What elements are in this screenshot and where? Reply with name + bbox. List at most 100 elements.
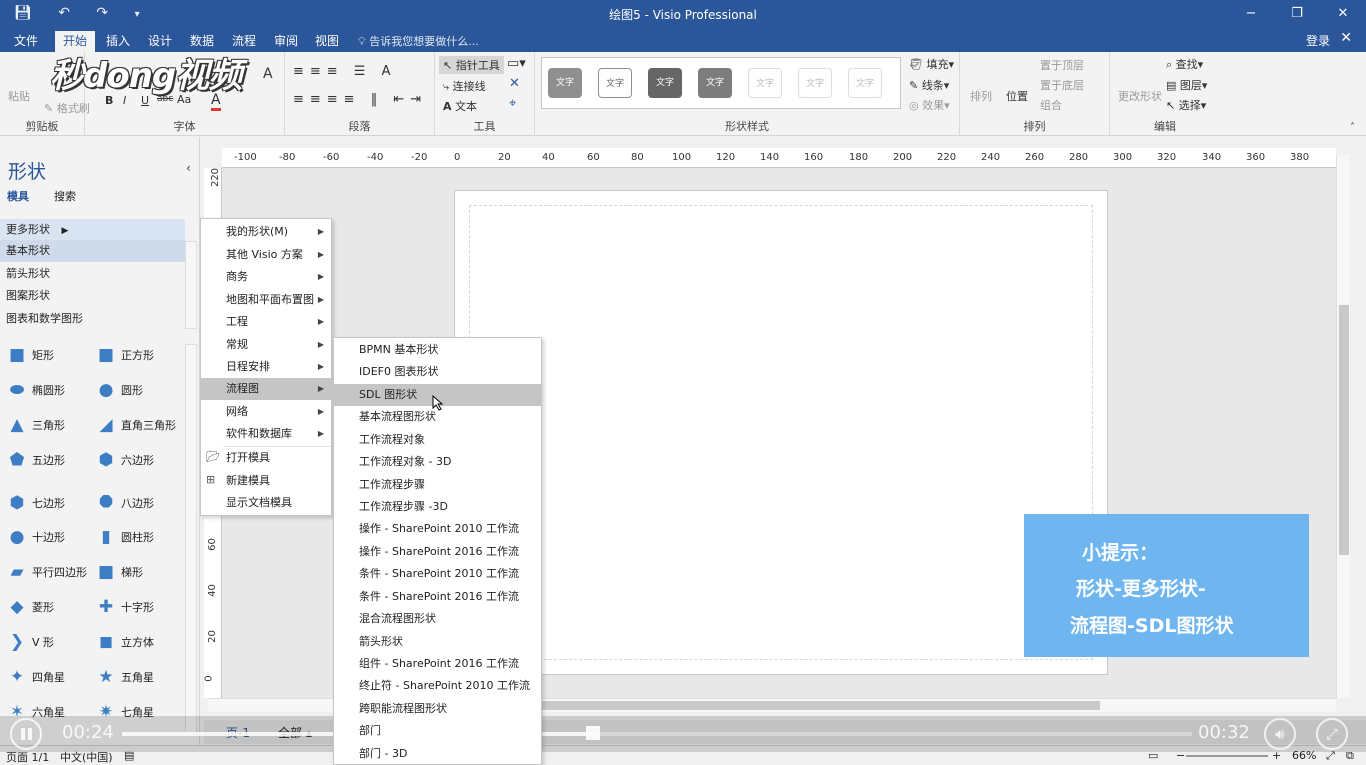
submenu-conditions-sp2016[interactable]: 条件 - SharePoint 2016 工作流 <box>334 586 541 608</box>
submenu-workflow-objects-3d[interactable]: 工作流程对象 - 3D <box>334 451 541 473</box>
submenu-mixed-flowchart[interactable]: 混合流程图形状 <box>334 608 541 630</box>
tab-view[interactable]: 视图 <box>307 31 347 52</box>
tab-search[interactable]: 搜索 <box>54 188 76 204</box>
tab-review[interactable]: 审阅 <box>266 31 306 52</box>
style-swatch-5[interactable]: 文字 <box>748 68 782 98</box>
menu-engineering[interactable]: 工程 ▶ <box>201 311 331 333</box>
menu-new-stencil[interactable]: ⊞ 新建模具 <box>201 470 331 492</box>
stencil-decorative-shapes[interactable]: 图案形状 <box>0 285 185 307</box>
menu-maps-floor-plans[interactable]: 地图和平面布置图 ▶ <box>201 289 331 311</box>
format-painter-button[interactable]: ✎ 格式刷 <box>44 100 90 116</box>
close-button[interactable]: ✕ <box>1320 0 1366 28</box>
shape-octagon[interactable]: ⯃ 八边形 <box>97 494 154 512</box>
layers-button[interactable]: ▤ 图层▾ <box>1166 77 1207 93</box>
restore-button[interactable]: ❐ <box>1274 0 1320 28</box>
style-swatch-6[interactable]: 文字 <box>798 68 832 98</box>
align-text-icons[interactable]: ≡≡≡≡ ‖ ⇤⇥ <box>293 92 427 107</box>
submenu-bpmn-basic[interactable]: BPMN 基本形状 <box>334 339 541 361</box>
horizontal-scroll-thumb[interactable] <box>542 701 1100 710</box>
select-button[interactable]: ↖ 选择▾ <box>1166 97 1206 113</box>
submenu-conditions-sp2010[interactable]: 条件 - SharePoint 2010 工作流 <box>334 563 541 585</box>
align-top-icons[interactable]: ≡≡≡ ☰ A <box>293 64 397 79</box>
menu-my-shapes[interactable]: 我的形状(M) ▶ <box>201 221 331 243</box>
rectangle-tool-icon[interactable]: ▭▾ <box>507 56 526 71</box>
drawing-page[interactable] <box>454 190 1108 675</box>
shape-heptagon[interactable]: ⬢ 七边形 <box>8 494 65 512</box>
style-swatch-4[interactable]: 文字 <box>698 68 732 98</box>
video-progress-bar[interactable] <box>122 732 1192 736</box>
shapes-scrollbar[interactable] <box>185 344 197 734</box>
connector-button[interactable]: ⤷ 连接线 <box>443 78 486 94</box>
submenu-components-sp2016[interactable]: 组件 - SharePoint 2016 工作流 <box>334 653 541 675</box>
align-button[interactable]: 排列 <box>970 88 992 104</box>
submenu-cross-functional[interactable]: 跨职能流程图形状 <box>334 698 541 720</box>
submenu-actions-sp2010[interactable]: 操作 - SharePoint 2010 工作流 <box>334 518 541 540</box>
collapse-panel-icon[interactable]: ‹ <box>186 161 191 175</box>
stencil-graph-math-shapes[interactable]: 图表和数学图形 <box>0 308 185 330</box>
pointer-tool-button[interactable]: ↖ 指针工具 <box>439 56 504 74</box>
style-swatch-1[interactable]: 文字 <box>548 68 582 98</box>
shape-cross[interactable]: ✚ 十字形 <box>97 598 154 616</box>
login-link[interactable]: 登录 <box>1306 32 1330 49</box>
shape-chevron[interactable]: ❯ V 形 <box>8 633 54 651</box>
submenu-departments-3d[interactable]: 部门 - 3D <box>334 743 541 765</box>
volume-icon[interactable]: 🔊︎ <box>1264 718 1296 750</box>
shape-4-point-star[interactable]: ✦ 四角星 <box>8 668 65 686</box>
effects-button[interactable]: ◎ 效果▾ <box>909 97 950 113</box>
menu-other-visio-solutions[interactable]: 其他 Visio 方案 ▶ <box>201 244 331 266</box>
pause-button[interactable] <box>10 718 42 750</box>
submenu-workflow-steps[interactable]: 工作流程步骤 <box>334 474 541 496</box>
submenu-actions-sp2016[interactable]: 操作 - SharePoint 2016 工作流 <box>334 541 541 563</box>
submenu-idef0[interactable]: IDEF0 图表形状 <box>334 361 541 383</box>
menu-business[interactable]: 商务 ▶ <box>201 266 331 288</box>
style-swatch-2[interactable]: 文字 <box>598 68 632 98</box>
menu-network[interactable]: 网络 ▶ <box>201 401 331 423</box>
close-document-icon[interactable]: ✕ <box>1340 30 1352 46</box>
stencil-more-shapes[interactable]: 更多形状 ▶ <box>0 219 185 241</box>
style-swatch-7[interactable]: 文字 <box>848 68 882 98</box>
vertical-scrollbar[interactable] <box>1336 155 1350 698</box>
stencil-basic-shapes[interactable]: 基本形状 <box>0 240 185 262</box>
submenu-terminators-sp2010[interactable]: 终止符 - SharePoint 2010 工作流 <box>334 675 541 697</box>
shape-pentagon[interactable]: ⬟ 五边形 <box>8 451 65 469</box>
menu-flowchart[interactable]: 流程图 ▶ <box>201 378 331 400</box>
shape-triangle[interactable]: ▲ 三角形 <box>8 416 65 434</box>
fill-button[interactable]: 🪣︎ 填充▾ <box>909 56 954 72</box>
text-tool-button[interactable]: A 文本 <box>443 98 477 114</box>
tell-me-box[interactable]: 💡︎ 告诉我您想要做什么... <box>358 33 479 49</box>
fullscreen-icon[interactable]: ⤢ <box>1316 718 1348 750</box>
menu-general[interactable]: 常规 ▶ <box>201 334 331 356</box>
send-to-back-button[interactable]: 置于底层 <box>1040 77 1084 93</box>
close-x-icon[interactable]: ✕ <box>509 76 520 91</box>
tab-stencils[interactable]: 模具 <box>7 188 29 204</box>
stencil-list-scrollbar[interactable] <box>185 241 197 329</box>
connection-point-icon[interactable]: ⌖ <box>509 96 516 111</box>
shape-rectangle[interactable]: ■ 矩形 <box>8 346 54 364</box>
shape-circle[interactable]: ● 圆形 <box>97 381 143 399</box>
video-progress-knob[interactable] <box>586 726 600 740</box>
shape-square[interactable]: ■ 正方形 <box>97 346 154 364</box>
collapse-ribbon-icon[interactable]: ˄ <box>1350 122 1355 133</box>
submenu-workflow-steps-3d[interactable]: 工作流程步骤 -3D <box>334 496 541 518</box>
bring-to-front-button[interactable]: 置于顶层 <box>1040 57 1084 73</box>
shape-decagon[interactable]: ● 十边形 <box>8 528 65 546</box>
minimize-button[interactable]: − <box>1228 0 1274 28</box>
menu-schedule[interactable]: 日程安排 ▶ <box>201 356 331 378</box>
shape-diamond[interactable]: ◆ 菱形 <box>8 598 54 616</box>
menu-open-stencil[interactable]: 📂︎ 打开模具 <box>201 447 331 469</box>
menu-software-database[interactable]: 软件和数据库 ▶ <box>201 423 331 445</box>
stencil-arrow-shapes[interactable]: 箭头形状 <box>0 263 185 285</box>
vertical-scroll-thumb[interactable] <box>1339 305 1349 555</box>
style-swatch-3[interactable]: 文字 <box>648 68 682 98</box>
submenu-arrow-shapes[interactable]: 箭头形状 <box>334 631 541 653</box>
shape-cube[interactable]: ◼ 立方体 <box>97 633 154 651</box>
line-button[interactable]: ✎ 线条▾ <box>909 77 949 93</box>
shape-trapezoid[interactable]: ■ 梯形 <box>97 563 143 581</box>
paste-button[interactable]: 粘贴 <box>8 88 30 104</box>
group-button[interactable]: 组合 <box>1040 97 1062 113</box>
shape-cylinder[interactable]: ▮ 圆柱形 <box>97 528 154 546</box>
submenu-departments[interactable]: 部门 <box>334 720 541 742</box>
shape-ellipse[interactable]: ⬬ 椭圆形 <box>8 381 65 399</box>
find-button[interactable]: ⌕ 查找▾ <box>1166 56 1203 72</box>
shape-right-triangle[interactable]: ◢ 直角三角形 <box>97 416 176 434</box>
